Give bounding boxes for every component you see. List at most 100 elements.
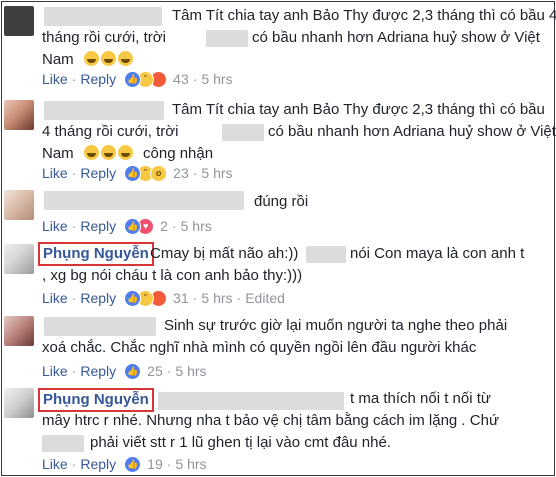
grinning-emoji-icon [100,145,116,160]
reply-button[interactable]: Reply [80,164,116,182]
timestamp[interactable]: 5 hrs [201,70,232,88]
grinning-emoji-icon [117,51,133,66]
comment-text-line: đúng rồi [254,193,309,210]
comment-text-line: Cmay bị mất não ah:)) [150,245,299,262]
timestamp[interactable]: 5 hrs [175,455,206,473]
reply-button[interactable]: Reply [80,70,116,88]
commenter-name-highlighted[interactable]: Phụng Nguyễn [38,242,154,266]
comment-text-line: Tâm Tít chia tay anh Bảo Thy được 2,3 th… [172,7,556,24]
comment-text: Nam [42,51,74,68]
avatar[interactable] [4,100,34,130]
reaction-count: 31 [173,290,189,306]
like-button[interactable]: Like [42,362,68,380]
blurred-commenter-name [44,191,244,210]
wow-icon: o [150,164,168,182]
comment-6: Phụng Nguyễn t ma thích nối t nối từ mây… [0,382,556,477]
like-button[interactable]: Like [42,289,68,307]
comment-actions: Like · Reply 👍 ˘ o 23 · 5 hrs [42,164,233,182]
like-icon: 👍 [124,362,142,380]
comment-text-line: xoá chắc. Chắc nghĩ nhà mình có quyền ng… [42,339,477,356]
like-icon: 👍 [124,217,142,235]
separator: · [71,363,77,379]
comment-text-line: tháng rồi cưới, trời [42,29,166,46]
comment-text: công nhận [143,145,214,162]
blurred-mention [206,30,248,47]
comment-actions: Like · Reply 👍 ˘ 31 · 5 hrs · Edited [42,289,285,307]
reaction-count: 23 [173,165,189,181]
comment-text: Nam [42,145,74,162]
comment-text-line: Tâm Tít chia tay anh Bảo Thy được 2,3 th… [172,101,545,118]
timestamp[interactable]: 5 hrs [201,164,232,182]
comment-1: Tâm Tít chia tay anh Bảo Thy được 2,3 th… [0,0,556,94]
reactions[interactable]: 👍 [124,455,142,473]
timestamp[interactable]: 5 hrs [201,289,232,307]
reactions[interactable]: 👍 ˘ o [124,164,168,182]
reaction-count: 25 [147,363,163,379]
separator: · [192,165,198,181]
separator: · [71,218,77,234]
comment-text-line: , xg bg nói cháu t là con anh bảo thy:))… [42,267,303,284]
blurred-mention [222,124,264,141]
separator: · [71,456,77,472]
avatar[interactable] [4,316,34,346]
reply-button[interactable]: Reply [80,362,116,380]
comment-text-line: t ma thích nối t nối từ [350,390,491,407]
comment-text-line: 4 tháng rồi cưới, trời [42,123,179,140]
like-icon: 👍 [124,455,142,473]
separator: · [166,456,172,472]
comment-text-line: có bầu nhanh hơn Adriana huỷ show ở Việt [252,29,540,46]
like-icon: 👍 [124,289,142,307]
separator: · [71,165,77,181]
separator: · [192,290,198,306]
separator: · [166,363,172,379]
avatar[interactable] [4,6,34,36]
reaction-count: 19 [147,456,163,472]
separator: · [71,71,77,87]
avatar[interactable] [4,388,34,418]
grinning-emoji-icon [117,145,133,160]
blurred-commenter-name [44,7,162,26]
comment-actions: Like · Reply 👍 19 · 5 hrs [42,455,207,473]
timestamp[interactable]: 5 hrs [175,362,206,380]
like-button[interactable]: Like [42,70,68,88]
comment-text-line: Sinh sự trước giờ lại muốn người ta nghe… [164,317,508,334]
grinning-emoji-icon [83,145,99,160]
reply-button[interactable]: Reply [80,217,116,235]
comment-actions: Like · Reply 👍 ♥ 2 · 5 hrs [42,217,212,235]
reactions[interactable]: 👍 ˘ [124,289,168,307]
comment-3: đúng rồi Like · Reply 👍 ♥ 2 · 5 hrs [0,184,556,238]
like-button[interactable]: Like [42,217,68,235]
like-button[interactable]: Like [42,455,68,473]
reaction-count: 43 [173,71,189,87]
grinning-emoji-icon [100,51,116,66]
timestamp[interactable]: 5 hrs [181,217,212,235]
separator: · [171,218,177,234]
reactions[interactable]: 👍 [124,362,142,380]
comment-text-line: mây htrc r nhé. Nhưng nha t bảo vệ chị t… [42,412,499,429]
avatar[interactable] [4,190,34,220]
blurred-mention [158,392,344,410]
like-button[interactable]: Like [42,164,68,182]
separator: · [71,290,77,306]
like-icon: 👍 [124,70,142,88]
comment-actions: Like · Reply 👍 ˘ 43 · 5 hrs [42,70,233,88]
separator: · [192,71,198,87]
comment-text-line: có bầu nhanh hơn Adriana huỷ show ở Việt [268,123,556,140]
edited-label[interactable]: Edited [245,289,285,307]
blurred-mention [42,435,84,452]
comment-text-line: Nam [42,49,135,71]
commenter-name-highlighted[interactable]: Phụng Nguyễn [38,388,154,412]
reply-button[interactable]: Reply [80,289,116,307]
separator: · [236,290,242,306]
blurred-commenter-name [44,101,164,120]
reply-button[interactable]: Reply [80,455,116,473]
comment-text-line: phải viết stt r 1 lũ ghen tị lại vào cmt… [90,434,392,451]
comment-actions: Like · Reply 👍 25 · 5 hrs [42,362,207,380]
comment-5: Sinh sự trước giờ lại muốn người ta nghe… [0,310,556,382]
reactions[interactable]: 👍 ♥ [124,217,155,235]
reaction-count: 2 [160,218,168,234]
blurred-mention [306,246,346,263]
reactions[interactable]: 👍 ˘ [124,70,168,88]
avatar[interactable] [4,244,34,274]
comment-text-line: nói Con maya là con anh t [350,245,525,262]
